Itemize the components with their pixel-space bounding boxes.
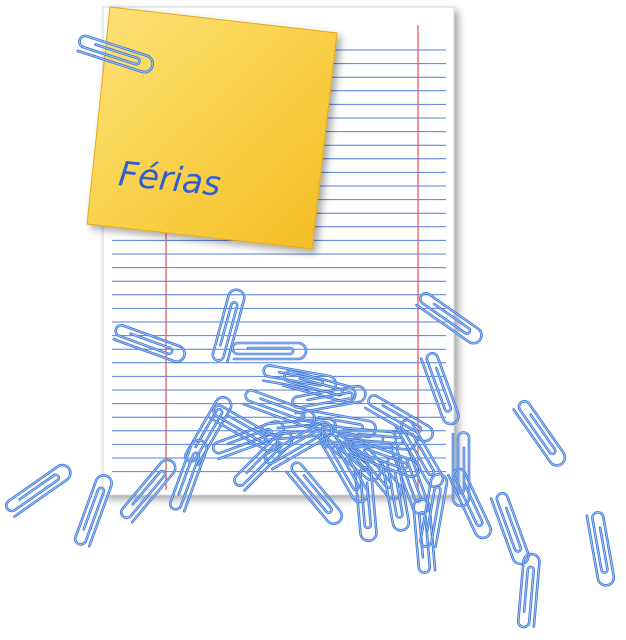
paper-clip-icon	[585, 510, 617, 588]
paper-clip-icon	[2, 460, 75, 519]
paper-clip-icon	[511, 397, 570, 470]
notebook-scene: Férias	[2, 6, 617, 630]
sticky-note	[86, 6, 338, 250]
paper-clip-icon	[489, 490, 533, 568]
